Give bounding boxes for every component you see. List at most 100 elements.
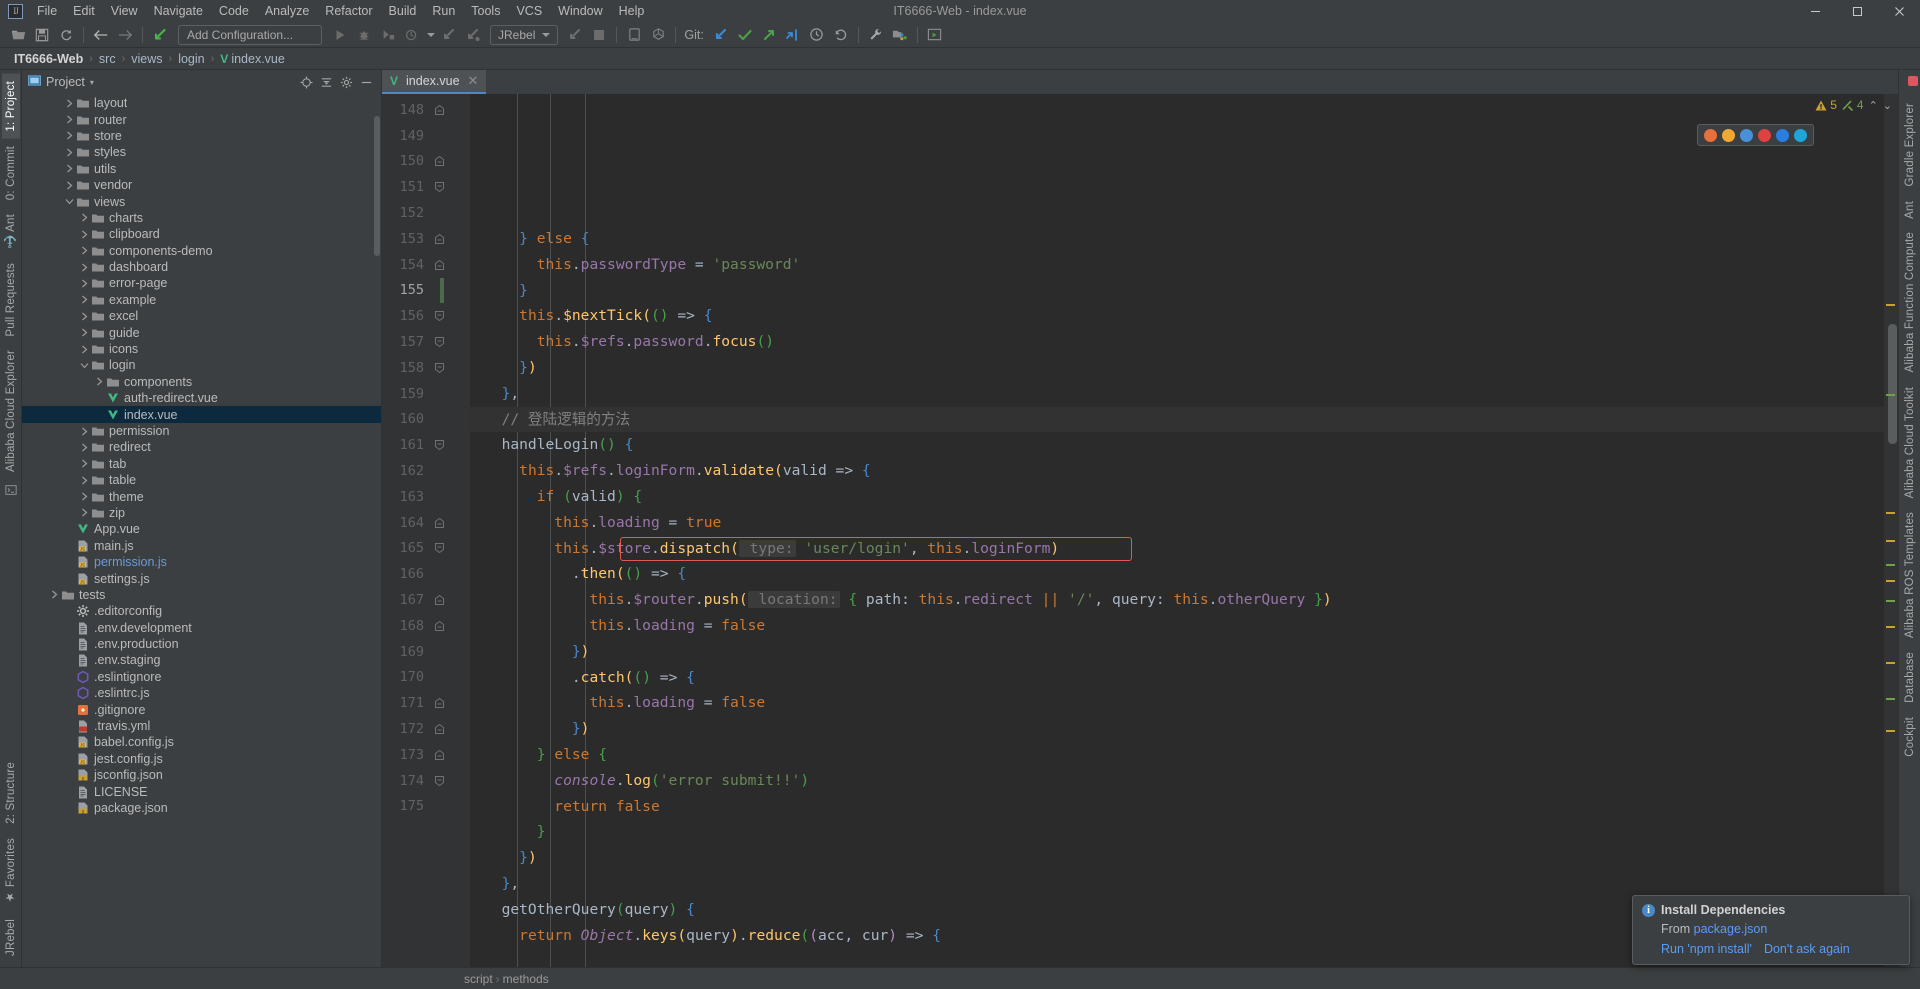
tree-scrollbar[interactable] xyxy=(374,116,380,256)
forward-arrow-icon[interactable] xyxy=(113,24,137,46)
gutter-line[interactable]: 161 xyxy=(382,432,470,458)
editor-gutter[interactable]: 148 149 150 151 152 153 154 155 156 157 158 159 160 1… xyxy=(382,94,470,967)
gutter-line[interactable]: 150 xyxy=(382,149,470,175)
menu-item-tools[interactable]: Tools xyxy=(463,2,508,20)
sidebar-item-commit[interactable]: 0: Commit xyxy=(2,139,20,207)
minimize-button[interactable] xyxy=(1794,0,1836,22)
run-coverage-icon[interactable] xyxy=(376,24,400,46)
breadcrumb-item-index-vue[interactable]: Vindex.vue xyxy=(216,51,289,67)
tree-item[interactable]: {} package.json xyxy=(22,800,381,816)
save-all-icon[interactable] xyxy=(30,24,54,46)
browser-icon-4[interactable] xyxy=(1776,128,1789,142)
tree-item[interactable]: .editorconfig xyxy=(22,603,381,619)
sidebar-item-favorites[interactable]: ★ Favorites xyxy=(1,831,21,912)
undo-icon[interactable] xyxy=(829,24,853,46)
sidebar-item-ant[interactable]: ⚓ Ant xyxy=(1,207,21,256)
prev-problem-icon[interactable]: ⌃ xyxy=(1869,99,1878,112)
gutter-line[interactable]: 149 xyxy=(382,123,470,149)
fold-collapse-icon[interactable] xyxy=(428,233,450,244)
device-manager-icon[interactable] xyxy=(622,24,646,46)
maximize-button[interactable] xyxy=(1836,0,1878,22)
notification-badge[interactable] xyxy=(1908,76,1918,86)
code-line[interactable]: }) xyxy=(470,845,1884,871)
chevron-right-icon[interactable] xyxy=(79,426,90,437)
gutter-line[interactable]: 169 xyxy=(382,639,470,665)
sidebar-item-gradle-explorer[interactable]: Gradle Explorer xyxy=(1901,96,1919,194)
code-line[interactable]: this.passwordType = 'password' xyxy=(470,252,1884,278)
code-line[interactable]: handleLogin() { xyxy=(470,432,1884,458)
fold-collapse-icon[interactable] xyxy=(428,724,450,735)
tree-item[interactable]: .travis.yml xyxy=(22,718,381,734)
gutter-line[interactable]: 155 xyxy=(382,277,470,304)
run-icon[interactable] xyxy=(328,24,352,46)
inspection-widget[interactable]: 5 4 ⌃ ⌄ xyxy=(1809,94,1898,116)
push-icon[interactable] xyxy=(757,24,781,46)
chevron-right-icon[interactable] xyxy=(79,229,90,240)
fold-collapse-icon[interactable] xyxy=(428,259,450,270)
menu-item-window[interactable]: Window xyxy=(550,2,610,20)
menu-item-help[interactable]: Help xyxy=(611,2,653,20)
tree-item[interactable]: layout xyxy=(22,95,381,111)
tree-item[interactable]: JS permission.js xyxy=(22,554,381,570)
gutter-line[interactable]: 152 xyxy=(382,200,470,226)
chevron-right-icon[interactable] xyxy=(64,130,75,141)
menu-item-analyze[interactable]: Analyze xyxy=(257,2,317,20)
project-panel-title-group[interactable]: Project ▾ xyxy=(28,74,94,90)
chevron-right-icon[interactable] xyxy=(79,475,90,486)
chevron-right-icon[interactable] xyxy=(79,491,90,502)
settings-gear-icon[interactable] xyxy=(337,73,355,91)
gutter-line[interactable]: 163 xyxy=(382,484,470,510)
notification-package-link[interactable]: package.json xyxy=(1694,922,1768,936)
profile-icon[interactable] xyxy=(400,24,424,46)
chevron-right-icon[interactable] xyxy=(79,327,90,338)
gutter-line[interactable]: 160 xyxy=(382,407,470,433)
fold-expand-icon[interactable] xyxy=(428,543,450,554)
sidebar-item-cockpit[interactable]: Cockpit xyxy=(1901,710,1919,764)
gutter-line[interactable]: 162 xyxy=(382,458,470,484)
gutter-line[interactable]: 170 xyxy=(382,665,470,691)
close-icon[interactable]: ✕ xyxy=(468,73,479,89)
chevron-right-icon[interactable] xyxy=(49,589,60,600)
open-folder-icon[interactable] xyxy=(6,24,30,46)
tree-item[interactable]: tab xyxy=(22,456,381,472)
fold-expand-icon[interactable] xyxy=(428,337,450,348)
tree-item[interactable]: dashboard xyxy=(22,259,381,275)
tree-item[interactable]: .env.staging xyxy=(22,652,381,668)
error-stripe[interactable] xyxy=(1884,94,1898,967)
code-line[interactable]: .then(() => { xyxy=(470,561,1884,587)
tree-item[interactable]: components-demo xyxy=(22,243,381,259)
tree-item[interactable]: components xyxy=(22,374,381,390)
code-line[interactable]: this.loading = false xyxy=(470,690,1884,716)
browser-icon-0[interactable] xyxy=(1704,128,1717,142)
gutter-line[interactable]: 148 xyxy=(382,97,470,123)
back-arrow-icon[interactable] xyxy=(89,24,113,46)
chevron-right-icon[interactable] xyxy=(79,245,90,256)
history-icon[interactable] xyxy=(805,24,829,46)
chevron-down-icon[interactable]: ▾ xyxy=(90,78,94,87)
tree-item[interactable]: permission xyxy=(22,423,381,439)
close-button[interactable] xyxy=(1878,0,1920,22)
code-line[interactable]: }) xyxy=(470,639,1884,665)
tree-item[interactable]: excel xyxy=(22,308,381,324)
chevron-right-icon[interactable] xyxy=(79,278,90,289)
chevron-right-icon[interactable] xyxy=(79,458,90,469)
editor-viewport[interactable]: 148 149 150 151 152 153 154 155 156 157 158 159 160 1… xyxy=(382,94,1898,967)
chevron-right-icon[interactable] xyxy=(64,114,75,125)
code-line[interactable]: }, xyxy=(470,871,1884,897)
browser-icon-3[interactable] xyxy=(1758,128,1771,142)
breadcrumb-script[interactable]: script xyxy=(464,972,493,986)
menu-item-code[interactable]: Code xyxy=(211,2,257,20)
gutter-line[interactable]: 174 xyxy=(382,768,470,794)
tree-item[interactable]: clipboard xyxy=(22,226,381,242)
tree-item[interactable]: {} jsconfig.json xyxy=(22,767,381,783)
tree-item[interactable]: utils xyxy=(22,161,381,177)
gutter-line[interactable]: 167 xyxy=(382,587,470,613)
code-line[interactable]: // 登陆逻辑的方法 xyxy=(470,406,1884,433)
tree-item[interactable]: auth-redirect.vue xyxy=(22,390,381,406)
tree-item[interactable]: .eslintrc.js xyxy=(22,685,381,701)
tree-item[interactable]: router xyxy=(22,111,381,127)
tree-item[interactable]: JS main.js xyxy=(22,538,381,554)
tree-item[interactable]: LICENSE xyxy=(22,783,381,799)
fold-expand-icon[interactable] xyxy=(428,311,450,322)
code-line[interactable]: } xyxy=(470,819,1884,845)
